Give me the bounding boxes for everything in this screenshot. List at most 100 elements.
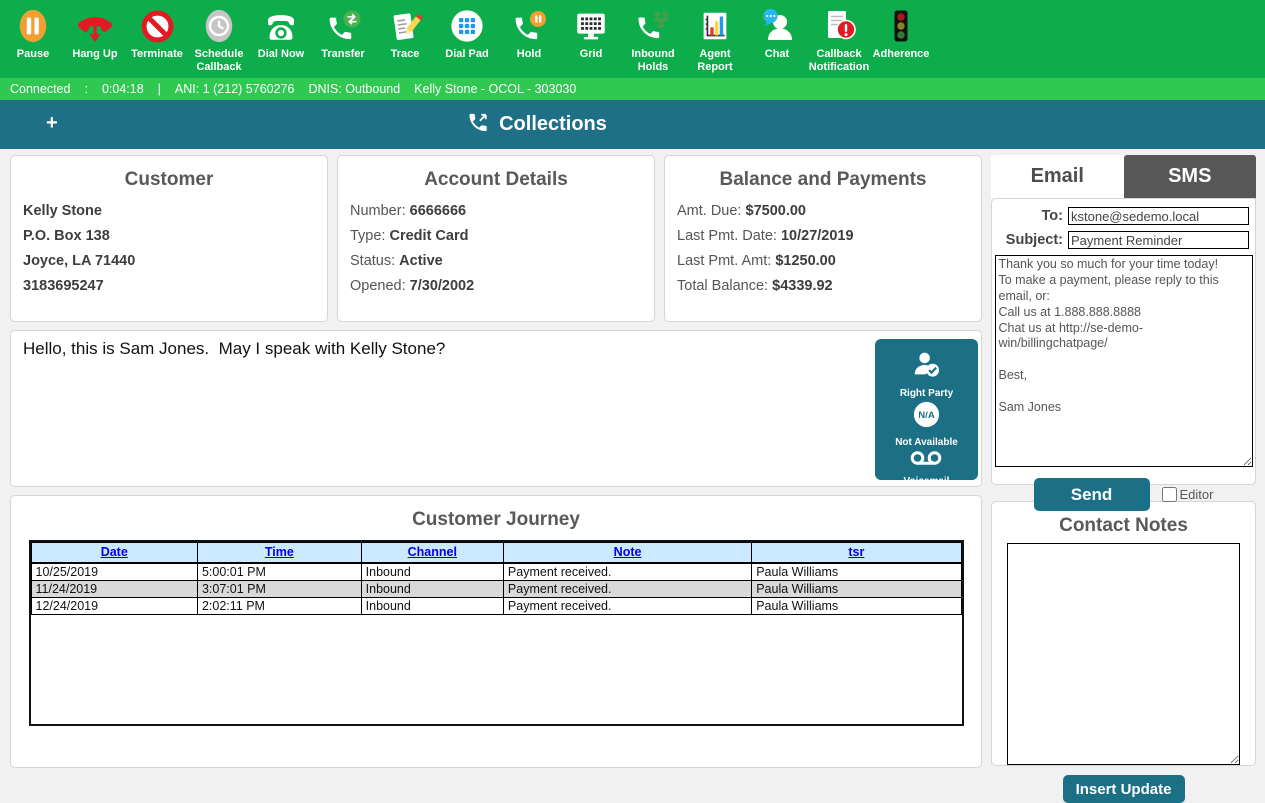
right-party-button[interactable]: Right Party xyxy=(900,349,953,399)
toolbar-button-schedule-callback[interactable]: Schedule Callback xyxy=(188,6,250,73)
trace-icon xyxy=(386,6,424,46)
journey-cell-time: 5:00:01 PM xyxy=(197,563,361,581)
customer-card: Customer Kelly Stone P.O. Box 138 Joyce,… xyxy=(10,155,328,322)
toolbar-button-callback-notification[interactable]: Callback Notification xyxy=(808,6,870,73)
journey-cell-tsr: Paula Williams xyxy=(752,563,961,581)
toolbar-label: Hold xyxy=(517,48,541,61)
customer-address-line2: Joyce, LA 71440 xyxy=(23,249,327,274)
account-card-title: Account Details xyxy=(338,169,654,191)
journey-col-time[interactable]: Time xyxy=(197,543,361,563)
toolbar-label: Callback Notification xyxy=(808,48,870,73)
journey-cell-channel: Inbound xyxy=(361,563,503,581)
hang-up-icon xyxy=(76,6,114,46)
toolbar-button-terminate[interactable]: Terminate xyxy=(126,6,188,61)
journey-row: 10/25/2019 5:00:01 PM Inbound Payment re… xyxy=(31,563,961,581)
journey-cell-channel: Inbound xyxy=(361,580,503,597)
journey-cell-date: 11/24/2019 xyxy=(31,580,197,597)
not-available-button[interactable]: N/A Not Available xyxy=(895,399,958,448)
account-status-value: Active xyxy=(399,253,443,269)
editor-checkbox[interactable] xyxy=(1162,487,1177,502)
status-colon: : xyxy=(84,82,87,96)
right-party-icon xyxy=(910,349,943,386)
toolbar-button-pause[interactable]: Pause xyxy=(2,6,64,61)
journey-cell-note: Payment received. xyxy=(503,563,751,581)
tab-sms[interactable]: SMS xyxy=(1124,155,1257,198)
hold-icon xyxy=(510,6,548,46)
journey-table-frame: Date Time Channel Note tsr 10/25/2019 5:… xyxy=(29,540,964,726)
voicemail-button[interactable]: Voicemail xyxy=(904,448,950,487)
adherence-icon xyxy=(882,6,920,46)
add-tab-button[interactable]: + xyxy=(46,112,58,135)
grid-icon xyxy=(572,6,610,46)
journey-col-date[interactable]: Date xyxy=(31,543,197,563)
email-to-input[interactable] xyxy=(1068,207,1249,225)
account-number-value: 6666666 xyxy=(410,203,466,219)
toolbar-button-agent-report[interactable]: Agent Report xyxy=(684,6,746,73)
journey-cell-time: 2:02:11 PM xyxy=(197,597,361,614)
dial-now-icon xyxy=(262,6,300,46)
toolbar-button-dial-now[interactable]: Dial Now xyxy=(250,6,312,61)
email-body-textarea[interactable]: Thank you so much for your time today! T… xyxy=(995,255,1253,467)
toolbar-button-chat[interactable]: Chat xyxy=(746,6,808,61)
account-details-card: Account Details Number: 6666666 Type: Cr… xyxy=(337,155,655,322)
message-tabs: Email SMS xyxy=(991,155,1256,198)
journey-col-channel[interactable]: Channel xyxy=(361,543,503,563)
dnis-value: DNIS: Outbound xyxy=(308,82,400,96)
call-timer: 0:04:18 xyxy=(102,82,144,96)
toolbar-button-grid[interactable]: Grid xyxy=(560,6,622,61)
journey-row: 12/24/2019 2:02:11 PM Inbound Payment re… xyxy=(31,597,961,614)
email-to-label: To: xyxy=(1042,208,1063,224)
call-script-card: Hello, this is Sam Jones. May I speak wi… xyxy=(10,330,982,487)
journey-cell-note: Payment received. xyxy=(503,580,751,597)
journey-col-tsr[interactable]: tsr xyxy=(752,543,961,563)
last-pmt-amt-label: Last Pmt. Amt: xyxy=(677,253,771,269)
script-text: Hello, this is Sam Jones. May I speak wi… xyxy=(23,339,969,359)
toolbar-label: Chat xyxy=(765,48,789,61)
dial-pad-icon xyxy=(449,6,485,46)
toolbar-button-hang-up[interactable]: Hang Up xyxy=(64,6,126,61)
journey-header-row: Date Time Channel Note tsr xyxy=(31,543,961,563)
journey-cell-date: 12/24/2019 xyxy=(31,597,197,614)
last-pmt-date-label: Last Pmt. Date: xyxy=(677,228,777,244)
toolbar-label: Dial Pad xyxy=(445,48,488,61)
toolbar-button-dial-pad[interactable]: Dial Pad xyxy=(436,6,498,61)
customer-address-line1: P.O. Box 138 xyxy=(23,224,327,249)
right-party-label: Right Party xyxy=(900,388,953,399)
svg-text:N/A: N/A xyxy=(918,410,935,421)
amt-due-value: $7500.00 xyxy=(746,203,806,219)
journey-cell-time: 3:07:01 PM xyxy=(197,580,361,597)
account-number-label: Number: xyxy=(350,203,406,219)
insert-update-button[interactable]: Insert Update xyxy=(1063,775,1185,803)
not-available-label: Not Available xyxy=(895,437,958,448)
chat-icon xyxy=(758,6,796,46)
customer-name: Kelly Stone xyxy=(23,199,327,224)
journey-col-note[interactable]: Note xyxy=(503,543,751,563)
toolbar-button-transfer[interactable]: Transfer xyxy=(312,6,374,61)
inbound-holds-icon xyxy=(634,6,672,46)
status-pipe: | xyxy=(158,82,161,96)
toolbar-button-trace[interactable]: Trace xyxy=(374,6,436,61)
contact-notes-card: Contact Notes Insert Update xyxy=(991,501,1256,766)
toolbar-button-inbound-holds[interactable]: Inbound Holds xyxy=(622,6,684,73)
customer-card-title: Customer xyxy=(11,169,327,191)
send-button[interactable]: Send xyxy=(1034,478,1150,511)
email-subject-input[interactable] xyxy=(1068,231,1249,249)
account-opened-label: Opened: xyxy=(350,278,406,294)
journey-cell-tsr: Paula Williams xyxy=(752,580,961,597)
journey-table: Date Time Channel Note tsr 10/25/2019 5:… xyxy=(31,542,962,615)
toolbar-label: Schedule Callback xyxy=(188,48,250,73)
account-opened-value: 7/30/2002 xyxy=(410,278,475,294)
toolbar-label: Transfer xyxy=(321,48,364,61)
tab-email[interactable]: Email xyxy=(991,155,1124,198)
toolbar-label: Hang Up xyxy=(72,48,117,61)
toolbar-button-hold[interactable]: Hold xyxy=(498,6,560,61)
balance-payments-card: Balance and Payments Amt. Due: $7500.00 … xyxy=(664,155,982,322)
contact-notes-title: Contact Notes xyxy=(992,515,1255,537)
contact-notes-textarea[interactable] xyxy=(1007,543,1240,765)
customer-phone: 3183695247 xyxy=(23,274,327,299)
campaign-banner: + Collections xyxy=(0,100,1265,149)
last-pmt-date-value: 10/27/2019 xyxy=(781,228,854,244)
account-status-label: Status: xyxy=(350,253,395,269)
balance-card-title: Balance and Payments xyxy=(665,169,981,191)
toolbar-button-adherence[interactable]: Adherence xyxy=(870,6,932,61)
